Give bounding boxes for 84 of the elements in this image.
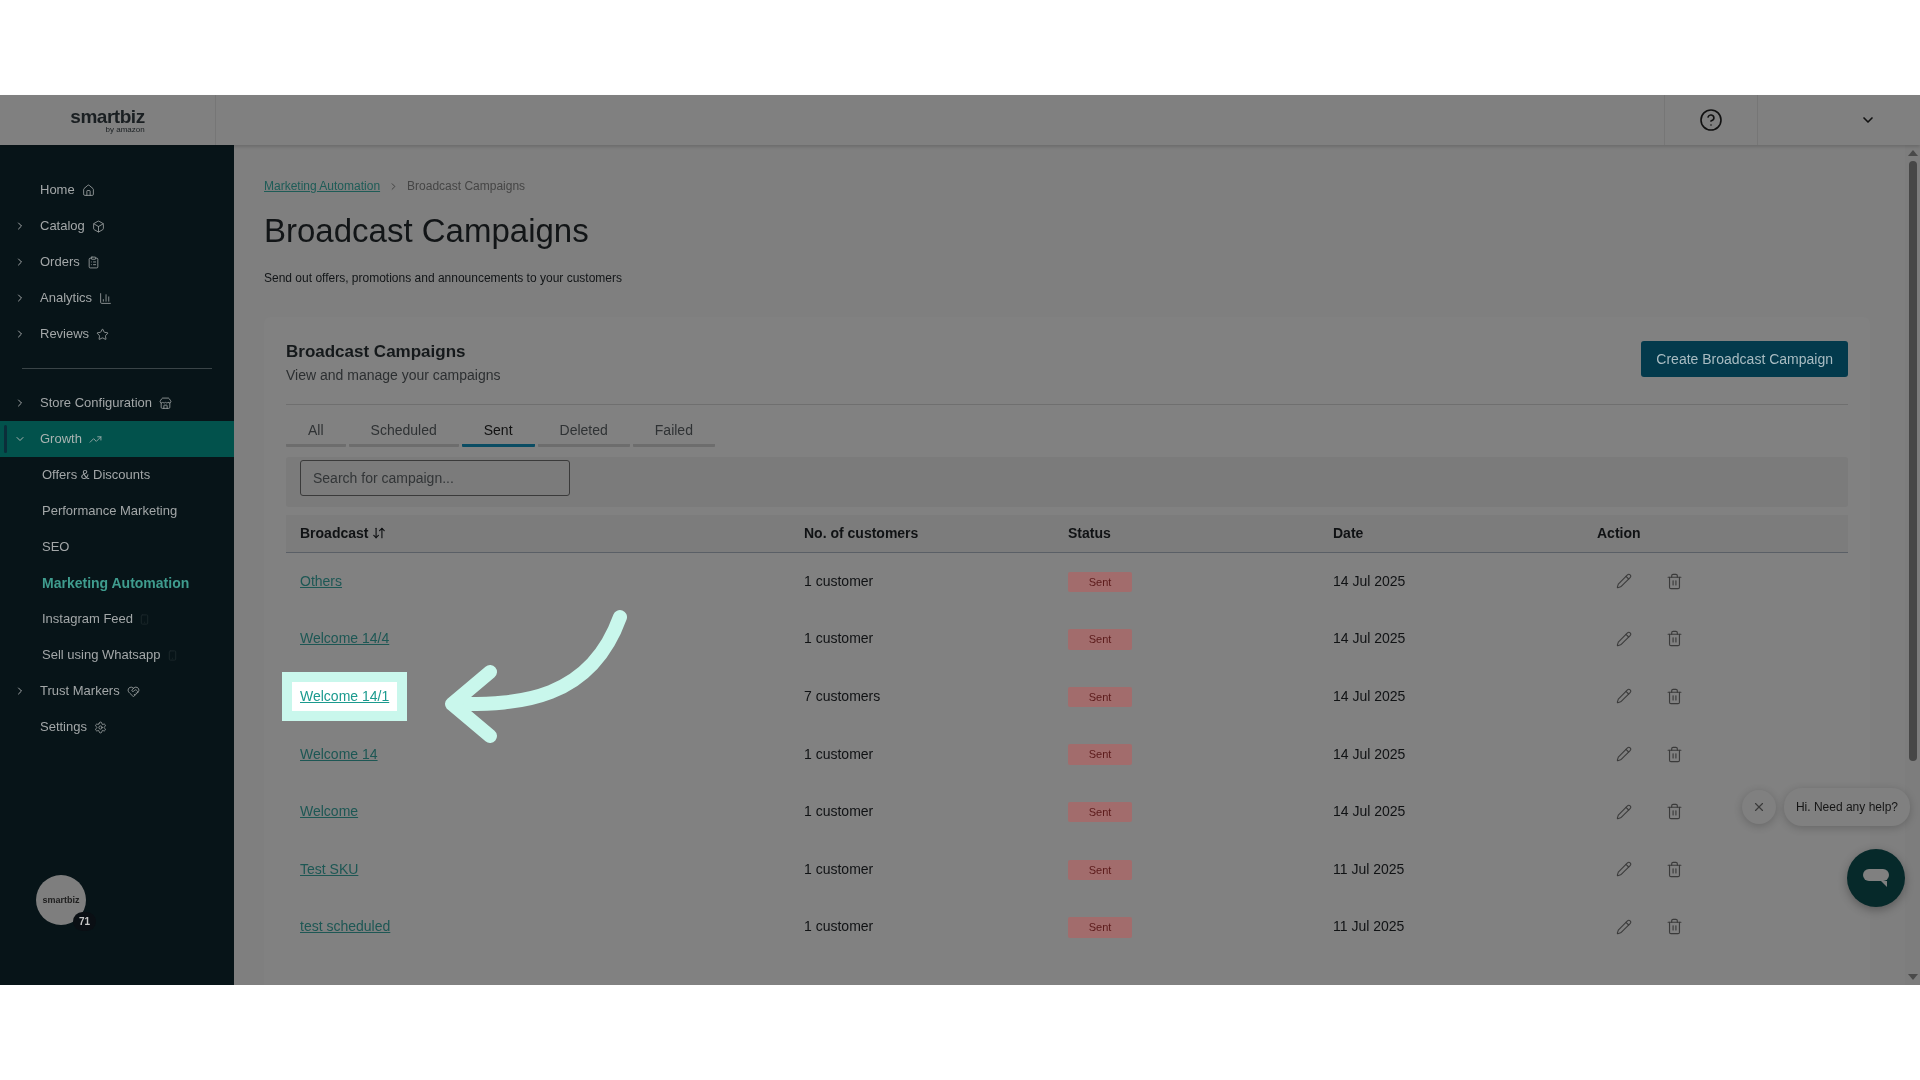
sidebar-item[interactable]: Catalog bbox=[0, 208, 234, 244]
customer-count: 1 customer bbox=[804, 629, 875, 649]
search-field[interactable]: Search for campaign... bbox=[300, 459, 570, 496]
date-cell-text: 11 Jul 2025 bbox=[1333, 917, 1406, 937]
chat-message: Hi. Need any help? bbox=[1783, 788, 1910, 826]
column-header: Action bbox=[1597, 523, 1641, 543]
notification-badge: 71 bbox=[72, 912, 96, 931]
sidebar-subitem[interactable]: SEO bbox=[42, 537, 70, 557]
sidebar-subitem[interactable]: Marketing Automation bbox=[42, 572, 190, 594]
sidebar-item[interactable]: Home bbox=[0, 172, 234, 208]
card-title: Broadcast Campaigns bbox=[286, 341, 467, 363]
edit-icon[interactable] bbox=[1616, 688, 1632, 705]
star-icon bbox=[96, 327, 110, 341]
delete-icon[interactable] bbox=[1666, 860, 1683, 878]
date-cell-text: 14 Jul 2025 bbox=[1333, 571, 1407, 591]
date-cell-text: 14 Jul 2025 bbox=[1333, 802, 1407, 822]
sidebar-subitem[interactable]: Offers & Discounts bbox=[42, 465, 151, 485]
filter-tab[interactable]: Deleted bbox=[537, 416, 630, 447]
sidebar-subitem[interactable]: Performance Marketing bbox=[42, 501, 178, 521]
sidebar-item[interactable]: Trust Markers bbox=[0, 673, 234, 709]
sidebar-item[interactable]: Analytics bbox=[0, 280, 234, 316]
edit-icon[interactable] bbox=[1616, 630, 1632, 647]
bar-chart-icon bbox=[99, 291, 113, 305]
delete-icon[interactable] bbox=[1666, 918, 1683, 936]
customer-count: 1 customer bbox=[804, 571, 875, 591]
status-badge: Sent bbox=[1068, 571, 1132, 593]
sidebar-item[interactable]: Reviews bbox=[0, 316, 234, 352]
edit-icon[interactable] bbox=[1616, 861, 1632, 878]
edit-icon[interactable] bbox=[1616, 803, 1632, 820]
customer-count: 1 customer bbox=[804, 859, 875, 879]
status-badge: Sent bbox=[1068, 744, 1132, 765]
box-icon bbox=[91, 219, 105, 233]
delete-icon[interactable] bbox=[1666, 803, 1683, 821]
delete-icon[interactable] bbox=[1666, 688, 1683, 705]
sidebar-item[interactable]: Growth bbox=[0, 421, 234, 457]
page-subtitle: Send out offers, promotions and announcements to your customers bbox=[264, 270, 623, 287]
filter-tab[interactable]: Scheduled bbox=[348, 416, 459, 447]
card-subtitle: View and manage your campaigns bbox=[286, 365, 501, 385]
filter-tab[interactable]: Sent bbox=[461, 416, 535, 447]
edit-icon[interactable] bbox=[1616, 746, 1632, 763]
filter-tab[interactable]: All bbox=[286, 416, 346, 447]
heart-handshake-icon bbox=[126, 684, 140, 698]
customer-count: 1 customer bbox=[804, 802, 875, 822]
column-header: Status bbox=[1068, 523, 1111, 543]
help-icon[interactable] bbox=[1699, 108, 1723, 132]
date-cell-text: 14 Jul 2025 bbox=[1333, 744, 1407, 764]
filter-tab[interactable]: Failed bbox=[632, 416, 715, 447]
delete-icon[interactable] bbox=[1666, 572, 1683, 590]
sidebar-item[interactable]: Settings bbox=[0, 709, 234, 745]
customer-count: 1 customer bbox=[804, 917, 875, 937]
logo: smartbiz bbox=[42, 895, 80, 905]
create-campaign-button[interactable]: Create Broadcast Campaign bbox=[1641, 341, 1848, 377]
status-badge: Sent bbox=[1068, 801, 1132, 823]
status-badge: Sent bbox=[1068, 686, 1132, 708]
breadcrumb-current: Broadcast Campaigns bbox=[407, 178, 526, 195]
date-cell-text: 11 Jul 2025 bbox=[1333, 859, 1406, 879]
status-badge: Sent bbox=[1068, 917, 1132, 938]
store-icon bbox=[159, 396, 172, 410]
chat-button[interactable] bbox=[1847, 849, 1905, 907]
column-header: No. of customers bbox=[804, 523, 919, 543]
status-badge: Sent bbox=[1068, 859, 1132, 880]
sort-icon[interactable] bbox=[372, 526, 387, 540]
date-cell-text: 14 Jul 2025 bbox=[1333, 629, 1407, 649]
customer-count: 1 customer bbox=[804, 744, 875, 764]
chat-bubble-icon bbox=[1862, 868, 1890, 888]
campaign-link[interactable]: Welcome 14/1 bbox=[300, 688, 390, 704]
date-cell-text: 14 Jul 2025 bbox=[1333, 687, 1407, 706]
delete-icon[interactable] bbox=[1666, 630, 1683, 648]
sidebar-subitem[interactable]: Instagram Feed bbox=[42, 609, 134, 629]
delete-icon[interactable] bbox=[1666, 745, 1683, 763]
edit-icon[interactable] bbox=[1616, 918, 1632, 935]
clipboard-icon bbox=[86, 255, 100, 269]
home-icon bbox=[81, 183, 95, 197]
settings-icon bbox=[94, 720, 107, 734]
logo: smartbiz by amazon bbox=[70, 106, 145, 134]
sidebar-subitem[interactable]: Sell using Whatsapp bbox=[42, 645, 161, 665]
column-header[interactable]: Broadcast bbox=[300, 522, 369, 544]
status-badge: Sent bbox=[1068, 629, 1132, 650]
page-title: Broadcast Campaigns bbox=[264, 211, 590, 251]
sidebar-item[interactable]: Store Configuration bbox=[0, 385, 234, 421]
sidebar-item[interactable]: Orders bbox=[0, 244, 234, 280]
customer-count: 7 customers bbox=[804, 687, 882, 706]
column-header: Date bbox=[1333, 523, 1364, 543]
edit-icon[interactable] bbox=[1616, 573, 1632, 590]
